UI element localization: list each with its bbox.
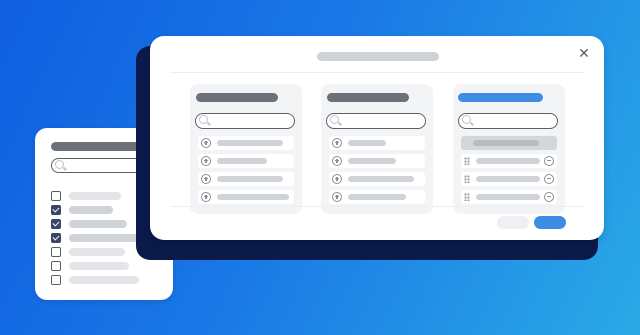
list-item[interactable] bbox=[198, 190, 294, 204]
list-search-input[interactable] bbox=[195, 113, 295, 129]
search-icon bbox=[462, 115, 471, 124]
selected-item[interactable] bbox=[461, 190, 557, 204]
close-icon[interactable]: ✕ bbox=[578, 47, 590, 61]
list-item[interactable] bbox=[329, 190, 425, 204]
drag-handle-icon[interactable] bbox=[464, 157, 470, 165]
item-label bbox=[348, 194, 406, 200]
selected-item-highlighted[interactable] bbox=[461, 136, 557, 150]
item-label bbox=[348, 158, 396, 164]
option-label bbox=[69, 220, 127, 228]
list-item[interactable] bbox=[198, 172, 294, 186]
option-label bbox=[69, 276, 139, 284]
dialog-title bbox=[317, 52, 439, 61]
drag-handle-icon[interactable] bbox=[464, 175, 470, 183]
drag-handle-icon[interactable] bbox=[464, 193, 470, 201]
option-label bbox=[69, 234, 141, 242]
plus-icon[interactable] bbox=[332, 192, 342, 202]
plus-icon[interactable] bbox=[201, 174, 211, 184]
cancel-button[interactable] bbox=[497, 216, 529, 229]
filter-option[interactable] bbox=[51, 190, 121, 202]
plus-icon[interactable] bbox=[201, 156, 211, 166]
checkbox[interactable] bbox=[51, 247, 61, 257]
available-list-2 bbox=[321, 84, 433, 214]
header-divider bbox=[170, 72, 584, 73]
list-search-input[interactable] bbox=[326, 113, 426, 129]
column-picker-dialog: ✕ bbox=[150, 36, 604, 240]
item-label bbox=[217, 194, 289, 200]
list-header bbox=[327, 93, 409, 102]
filter-option[interactable] bbox=[51, 218, 127, 230]
minus-icon[interactable] bbox=[544, 174, 554, 184]
option-label bbox=[69, 206, 113, 214]
item-label bbox=[348, 176, 414, 182]
selected-item[interactable] bbox=[461, 154, 557, 168]
checkbox[interactable] bbox=[51, 191, 61, 201]
selected-list bbox=[453, 84, 565, 214]
search-icon bbox=[199, 115, 208, 124]
plus-icon[interactable] bbox=[201, 138, 211, 148]
checkbox-checked[interactable] bbox=[51, 205, 61, 215]
filter-option[interactable] bbox=[51, 232, 141, 244]
selected-item[interactable] bbox=[461, 172, 557, 186]
list-item[interactable] bbox=[329, 172, 425, 186]
list-item[interactable] bbox=[198, 154, 294, 168]
list-search-input[interactable] bbox=[458, 113, 558, 129]
option-label bbox=[69, 262, 129, 270]
search-icon bbox=[330, 115, 339, 124]
plus-icon[interactable] bbox=[332, 156, 342, 166]
list-header bbox=[196, 93, 278, 102]
minus-icon[interactable] bbox=[544, 192, 554, 202]
filter-option[interactable] bbox=[51, 274, 139, 286]
item-label bbox=[217, 140, 283, 146]
item-label bbox=[348, 140, 386, 146]
plus-icon[interactable] bbox=[332, 174, 342, 184]
list-header bbox=[458, 93, 543, 102]
item-label bbox=[476, 158, 540, 164]
item-label bbox=[476, 194, 540, 200]
apply-button[interactable] bbox=[534, 216, 566, 229]
option-label bbox=[69, 248, 125, 256]
checkbox-checked[interactable] bbox=[51, 233, 61, 243]
option-label bbox=[69, 192, 121, 200]
plus-icon[interactable] bbox=[332, 138, 342, 148]
checkbox-checked[interactable] bbox=[51, 219, 61, 229]
checkbox[interactable] bbox=[51, 275, 61, 285]
search-icon bbox=[55, 160, 64, 169]
filter-option[interactable] bbox=[51, 260, 129, 272]
checkbox[interactable] bbox=[51, 261, 61, 271]
list-item[interactable] bbox=[198, 136, 294, 150]
item-label bbox=[473, 140, 539, 146]
item-label bbox=[217, 176, 283, 182]
list-item[interactable] bbox=[329, 136, 425, 150]
list-item[interactable] bbox=[329, 154, 425, 168]
available-list-1 bbox=[190, 84, 302, 214]
plus-icon[interactable] bbox=[201, 192, 211, 202]
footer-divider bbox=[170, 206, 584, 207]
filter-option[interactable] bbox=[51, 246, 125, 258]
item-label bbox=[217, 158, 267, 164]
filter-option[interactable] bbox=[51, 204, 113, 216]
item-label bbox=[476, 176, 540, 182]
minus-icon[interactable] bbox=[544, 156, 554, 166]
